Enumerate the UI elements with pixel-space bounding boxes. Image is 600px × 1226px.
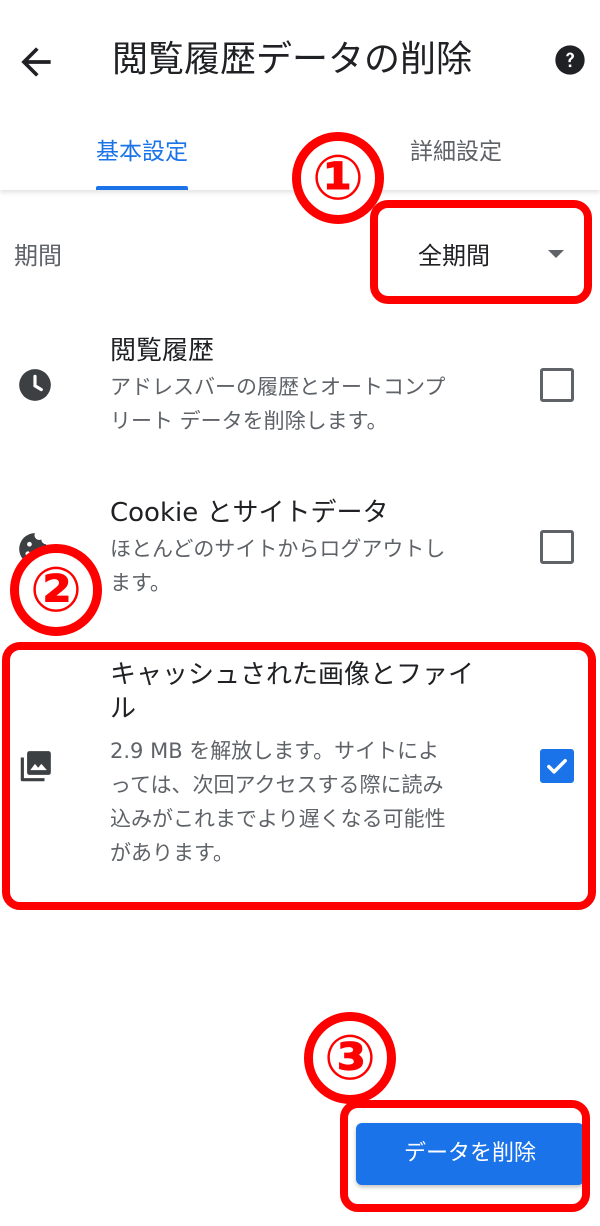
help-circle-icon[interactable] <box>554 44 586 76</box>
cookies-checkbox[interactable] <box>540 530 574 564</box>
annotation-box-period <box>370 200 592 304</box>
annotation-step-2: ② <box>10 544 102 636</box>
annotation-box-cache <box>2 642 596 910</box>
arrow-back-icon[interactable] <box>14 40 58 84</box>
browsing-history-checkbox[interactable] <box>540 368 574 402</box>
list-item-browsing-history[interactable]: 閲覧履歴 アドレスバーの履歴とオートコンプ リート データを削除します。 <box>0 330 600 450</box>
item-description: アドレスバーの履歴とオートコンプ リート データを削除します。 <box>110 375 446 433</box>
item-description: ほとんどのサイトからログアウトし ます。 <box>110 537 446 595</box>
tab-indicator <box>96 186 188 190</box>
item-title: Cookie とサイトデータ <box>110 498 389 528</box>
annotation-step-1: ① <box>292 132 384 224</box>
tab-basic-settings[interactable]: 基本設定 <box>60 132 224 172</box>
tab-advanced-settings[interactable]: 詳細設定 <box>378 132 534 172</box>
annotation-step-3: ③ <box>304 1012 396 1104</box>
item-title: 閲覧履歴 <box>110 336 215 366</box>
clock-icon <box>19 369 51 401</box>
annotation-box-delete <box>340 1100 590 1212</box>
page-title: 閲覧履歴データの削除 <box>112 39 473 80</box>
period-label: 期間 <box>14 242 62 270</box>
